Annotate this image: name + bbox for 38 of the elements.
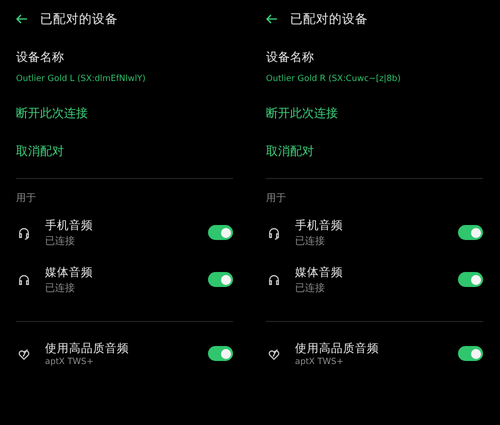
section-label: 用于 — [16, 192, 36, 205]
back-icon[interactable] — [266, 14, 278, 24]
action-link[interactable]: 断开此次连接 — [266, 105, 338, 122]
section-label: 用于 — [266, 192, 286, 205]
setting-subtitle: 已连接 — [45, 282, 75, 294]
setting-subtitle: 已连接 — [295, 234, 325, 248]
setting-title: 手机音频 — [45, 218, 93, 232]
action-link[interactable]: 断开此次连接 — [16, 105, 88, 122]
toggle-switch[interactable] — [458, 225, 483, 240]
toggle-switch[interactable] — [208, 225, 233, 240]
setting-title: 媒体音频 — [45, 264, 93, 280]
action-link[interactable]: 取消配对 — [16, 143, 64, 160]
toggle-switch[interactable] — [208, 346, 233, 361]
heart-note-icon — [267, 346, 281, 360]
headphones-icon — [267, 272, 281, 286]
setting-subtitle: 已连接 — [45, 234, 75, 248]
setting-title: 使用高品质音频 — [295, 340, 379, 356]
headphones-icon — [17, 272, 31, 286]
page-title: 已配对的设备 — [40, 10, 118, 28]
device-name[interactable]: Outlier Gold L (SX:dlmEfNlwlY) — [16, 74, 146, 84]
setting-title: 使用高品质音频 — [45, 340, 129, 356]
setting-subtitle: aptX TWS+ — [295, 356, 344, 366]
headset-icon — [17, 226, 31, 240]
toggle-switch[interactable] — [458, 346, 483, 361]
toggle-switch[interactable] — [208, 272, 233, 287]
setting-title: 媒体音频 — [295, 264, 343, 280]
setting-subtitle: 已连接 — [295, 282, 325, 294]
headset-icon — [267, 226, 281, 240]
page-title: 已配对的设备 — [290, 10, 368, 28]
device-name[interactable]: Outlier Gold R (SX:Cuwc~[z|8b) — [266, 74, 401, 84]
toggle-switch[interactable] — [458, 272, 483, 287]
setting-title: 手机音频 — [295, 218, 343, 232]
device-name-label: 设备名称 — [16, 49, 64, 66]
back-icon[interactable] — [16, 14, 28, 24]
device-name-label: 设备名称 — [266, 49, 314, 66]
heart-note-icon — [17, 346, 31, 360]
setting-subtitle: aptX TWS+ — [45, 356, 94, 366]
action-link[interactable]: 取消配对 — [266, 143, 314, 160]
